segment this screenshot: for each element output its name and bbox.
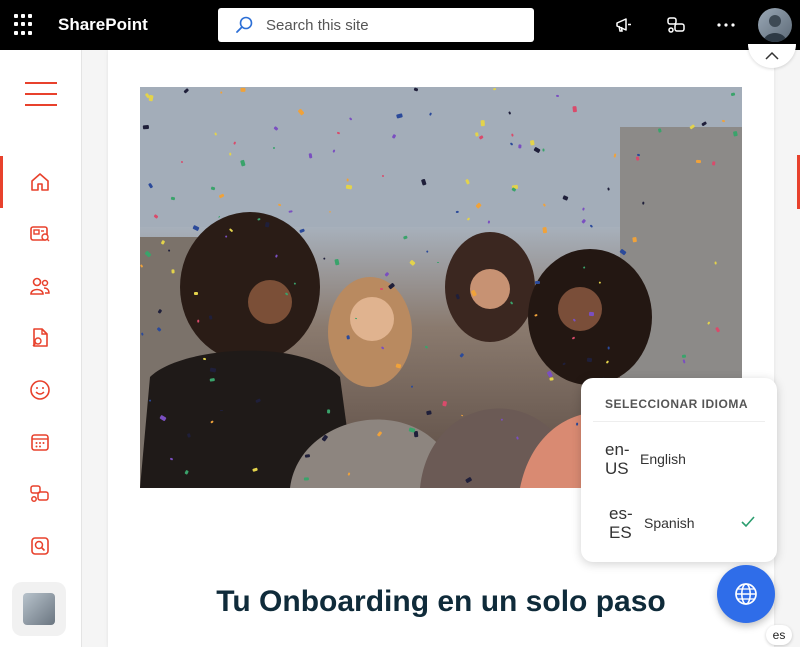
confetti bbox=[208, 314, 213, 320]
confetti bbox=[180, 160, 184, 163]
confetti bbox=[169, 457, 173, 461]
app-brand[interactable]: SharePoint bbox=[58, 15, 148, 35]
confetti bbox=[542, 227, 547, 234]
news-icon[interactable] bbox=[28, 222, 52, 246]
megaphone-icon[interactable] bbox=[612, 13, 636, 37]
divider bbox=[593, 421, 765, 422]
confetti bbox=[607, 346, 610, 350]
language-code: es- ES bbox=[609, 504, 633, 542]
globe-icon bbox=[735, 583, 757, 605]
left-rail bbox=[0, 50, 82, 647]
confetti bbox=[695, 159, 701, 164]
smiley-icon[interactable] bbox=[28, 378, 52, 402]
confetti bbox=[589, 223, 593, 227]
confetti bbox=[209, 367, 217, 373]
confetti bbox=[219, 409, 223, 412]
confetti bbox=[142, 124, 150, 130]
confetti bbox=[308, 153, 313, 159]
search-icon[interactable] bbox=[28, 534, 52, 558]
chevron-up-icon bbox=[765, 51, 779, 60]
language-button[interactable] bbox=[717, 565, 775, 623]
search-box[interactable] bbox=[218, 8, 534, 42]
search-input[interactable] bbox=[266, 8, 526, 42]
confetti bbox=[197, 319, 199, 323]
confetti bbox=[721, 119, 725, 122]
current-language-badge: es bbox=[766, 625, 792, 645]
hamburger-menu-icon[interactable] bbox=[25, 82, 57, 115]
page-title: Tu Onboarding en un solo paso bbox=[216, 585, 666, 618]
calendar-icon[interactable] bbox=[28, 430, 52, 454]
document-search-icon[interactable] bbox=[28, 326, 52, 350]
confetti bbox=[480, 119, 485, 126]
language-option-en-us[interactable]: en- US English bbox=[581, 430, 777, 486]
waffle-icon[interactable] bbox=[14, 14, 36, 36]
confetti bbox=[209, 377, 215, 382]
checkmark-icon bbox=[741, 516, 755, 528]
top-bar: SharePoint bbox=[0, 0, 800, 50]
confetti bbox=[327, 409, 330, 413]
confetti bbox=[425, 410, 432, 416]
people-icon[interactable] bbox=[28, 274, 52, 298]
confetti bbox=[345, 184, 352, 190]
avatar[interactable] bbox=[758, 8, 792, 42]
confetti bbox=[239, 88, 246, 93]
home-icon[interactable] bbox=[28, 170, 52, 194]
confetti bbox=[336, 131, 340, 134]
search-icon bbox=[236, 16, 253, 33]
confetti bbox=[562, 362, 566, 365]
confetti bbox=[229, 152, 232, 156]
language-option-es-es[interactable]: es- ES Spanish bbox=[581, 494, 777, 550]
language-code: en- US bbox=[605, 440, 630, 478]
chat-icon[interactable] bbox=[664, 13, 688, 37]
confetti bbox=[396, 112, 403, 119]
more-icon[interactable] bbox=[714, 13, 738, 37]
confetti bbox=[252, 466, 258, 472]
confetti bbox=[598, 281, 601, 284]
chat-icon[interactable] bbox=[28, 482, 52, 506]
confetti bbox=[681, 359, 686, 364]
avatar[interactable] bbox=[12, 582, 66, 636]
confetti bbox=[572, 106, 577, 113]
confetti bbox=[535, 281, 540, 285]
confetti bbox=[711, 160, 715, 166]
active-indicator bbox=[0, 156, 3, 208]
language-name: English bbox=[640, 451, 686, 467]
confetti bbox=[322, 257, 325, 260]
language-name: Spanish bbox=[644, 515, 695, 531]
confetti bbox=[681, 354, 687, 358]
confetti bbox=[575, 422, 578, 426]
language-picker-title: SELECCIONAR IDIOMA bbox=[605, 397, 749, 411]
language-picker: SELECCIONAR IDIOMA en- US English es- ES… bbox=[581, 378, 777, 562]
confetti bbox=[589, 312, 595, 317]
